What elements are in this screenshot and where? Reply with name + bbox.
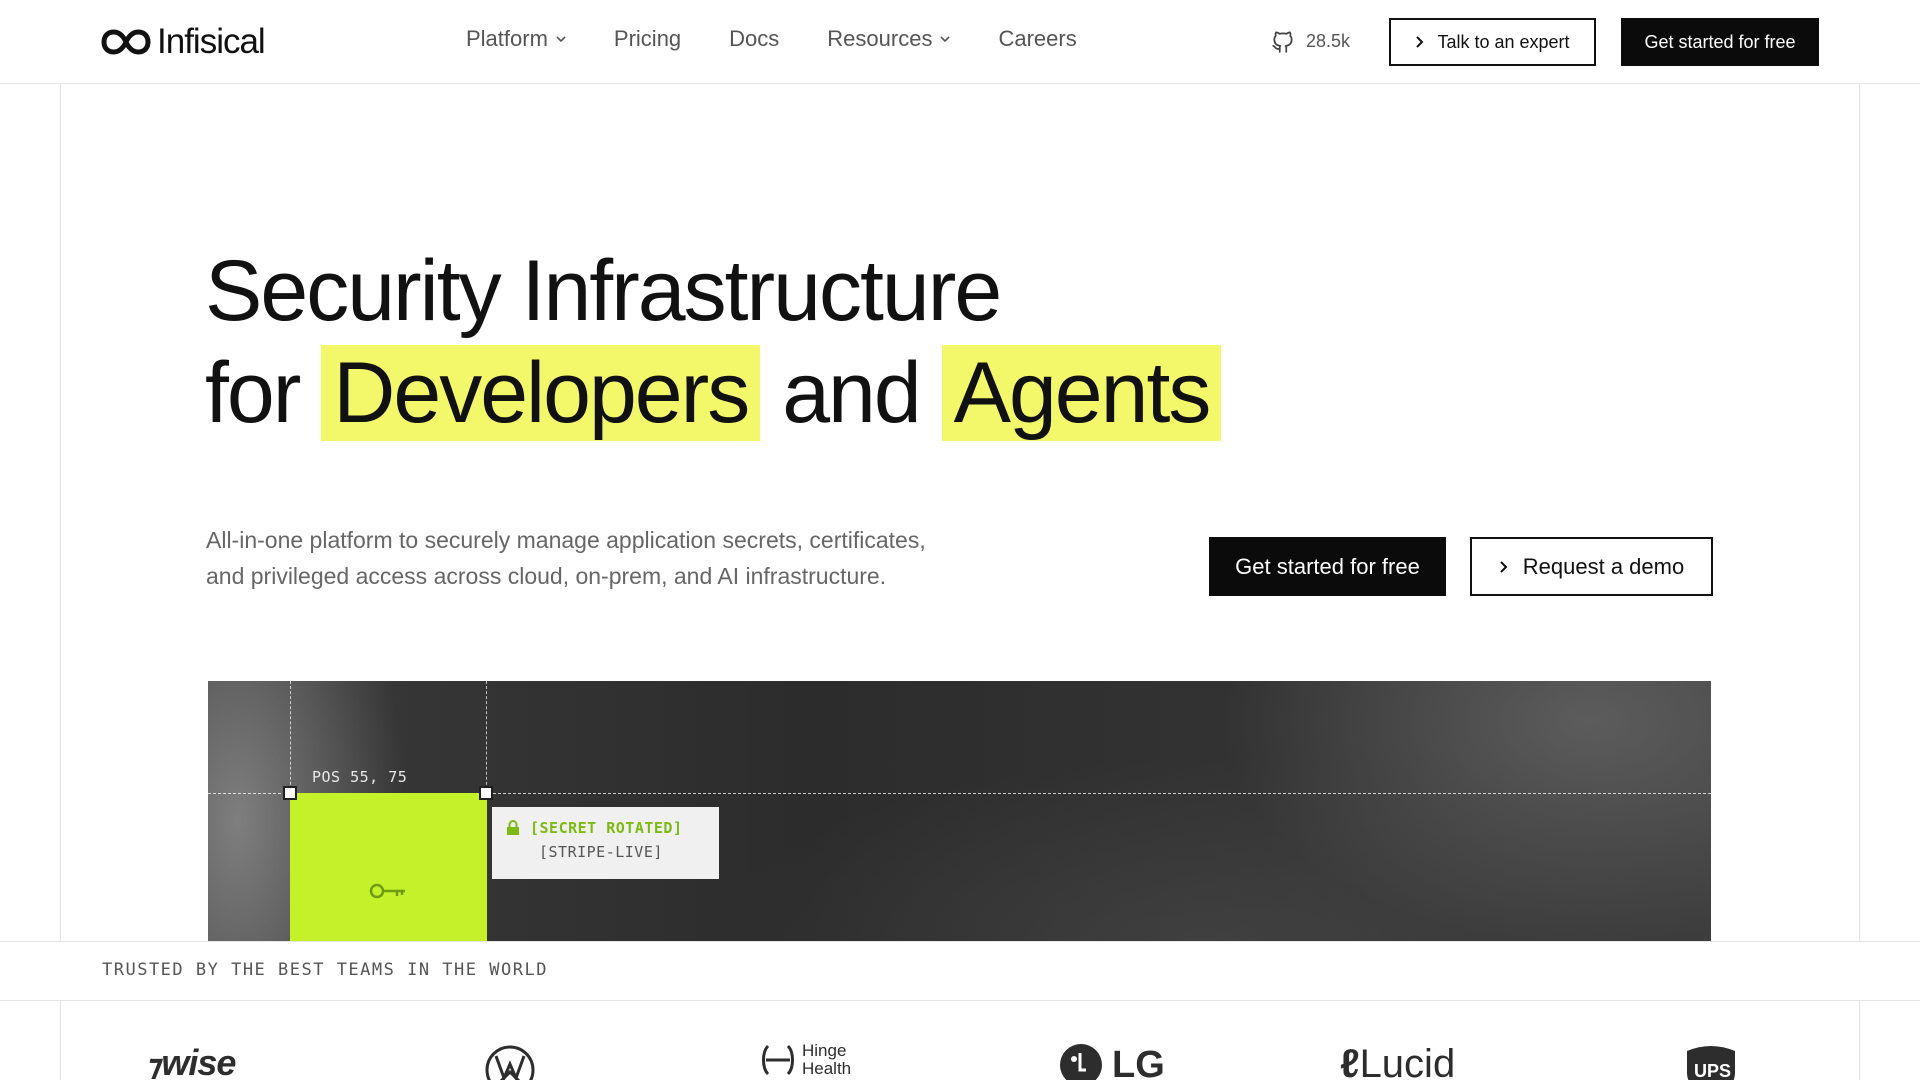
secret-selection-box xyxy=(290,793,487,941)
hinge-health-logo: Hinge Health xyxy=(760,1042,872,1078)
menu-label: Resources xyxy=(827,26,933,51)
hero-subtitle-line-2: and privileged access across cloud, on-p… xyxy=(206,563,887,589)
hero-heading-line-1: Security Infrastructure xyxy=(205,243,1002,339)
menu-item-docs[interactable]: Docs xyxy=(729,26,779,52)
frame-line-left xyxy=(60,0,61,1080)
hero-highlight-developers: Developers xyxy=(321,345,761,441)
ups-logo: UPS xyxy=(1683,1041,1739,1080)
chevron-down-icon xyxy=(940,36,951,43)
brand-name: wise xyxy=(161,1042,236,1080)
wise-logo: ⁊wise xyxy=(147,1042,236,1080)
request-demo-button[interactable]: Request a demo xyxy=(1470,537,1713,596)
secret-rotated-toast: [SECRET ROTATED] [STRIPE-LIVE] xyxy=(492,807,719,879)
position-readout: POS 55, 75 xyxy=(312,768,408,786)
hinge-health-emblem-icon xyxy=(762,1044,794,1076)
menu-label: Pricing xyxy=(613,26,682,51)
github-stars-link[interactable]: 28.5k xyxy=(1270,28,1350,54)
toast-subtitle: [STRIPE-LIVE] xyxy=(539,843,663,861)
lock-icon xyxy=(507,820,519,835)
key-icon xyxy=(369,883,405,899)
brand-name: Hinge Health xyxy=(802,1041,852,1078)
menu-label: Docs xyxy=(729,26,780,51)
brand-name: UPS xyxy=(1694,1061,1732,1080)
hero-visual-panel: POS 55, 75 [SECRET ROTATED] [STRIPE-LIVE… xyxy=(208,681,1711,941)
hero-highlight-agents: Agents xyxy=(941,345,1222,441)
button-label: Request a demo xyxy=(1522,553,1685,579)
top-navigation: Infisical Platform Pricing Docs Resource… xyxy=(0,0,1920,84)
chevron-right-icon xyxy=(1416,36,1424,48)
get-started-nav-button[interactable]: Get started for free xyxy=(1621,18,1819,66)
menu-item-pricing[interactable]: Pricing xyxy=(614,26,681,52)
menu-label: Careers xyxy=(998,26,1077,51)
menu-item-platform[interactable]: Platform xyxy=(466,26,566,52)
selection-handle-top-left[interactable] xyxy=(283,786,297,800)
hero-subtitle-line-1: All-in-one platform to securely manage a… xyxy=(206,527,926,553)
button-label: Talk to an expert xyxy=(1437,31,1570,52)
hero-word-and: and xyxy=(782,345,921,441)
hero-word-for: for xyxy=(205,345,301,441)
lg-logo: LG xyxy=(1058,1042,1165,1080)
lucid-logo: ℓLucid xyxy=(1340,1042,1455,1080)
button-label: Get started for free xyxy=(1235,553,1420,579)
brand-name: Lucid xyxy=(1359,1042,1456,1080)
volkswagen-emblem-icon xyxy=(485,1045,535,1080)
menu-item-resources[interactable]: Resources xyxy=(827,26,951,52)
button-label: Get started for free xyxy=(1644,31,1796,52)
talk-to-expert-button[interactable]: Talk to an expert xyxy=(1389,18,1596,66)
brand-name: LG xyxy=(1112,1043,1165,1080)
customer-logos: ⁊wise Hinge Health LG ℓLucid UPS xyxy=(0,1030,1920,1080)
menu-item-careers[interactable]: Careers xyxy=(998,26,1076,52)
github-icon xyxy=(1272,31,1293,53)
get-started-hero-button[interactable]: Get started for free xyxy=(1209,537,1446,596)
menu-label: Platform xyxy=(466,26,548,51)
hero-subtitle: All-in-one platform to securely manage a… xyxy=(206,522,1026,594)
volkswagen-logo xyxy=(484,1044,536,1080)
infisical-logo[interactable]: Infisical xyxy=(101,22,266,62)
main-menu: Platform Pricing Docs Resources Careers xyxy=(466,26,1077,52)
chevron-down-icon xyxy=(556,36,566,43)
chevron-right-icon xyxy=(1500,560,1508,573)
trusted-label: TRUSTED BY THE BEST TEAMS IN THE WORLD xyxy=(102,960,548,980)
logo-text: Infisical xyxy=(157,22,266,61)
hero-heading-line-2: for Developers and Agents xyxy=(205,345,1222,441)
frame-line-right xyxy=(1859,0,1860,1080)
toast-title: [SECRET ROTATED] xyxy=(530,819,683,837)
selection-handle-top-right[interactable] xyxy=(479,786,493,800)
github-star-count: 28.5k xyxy=(1306,30,1351,51)
lg-emblem-icon xyxy=(1060,1044,1102,1080)
infinity-logo-icon xyxy=(101,29,151,55)
